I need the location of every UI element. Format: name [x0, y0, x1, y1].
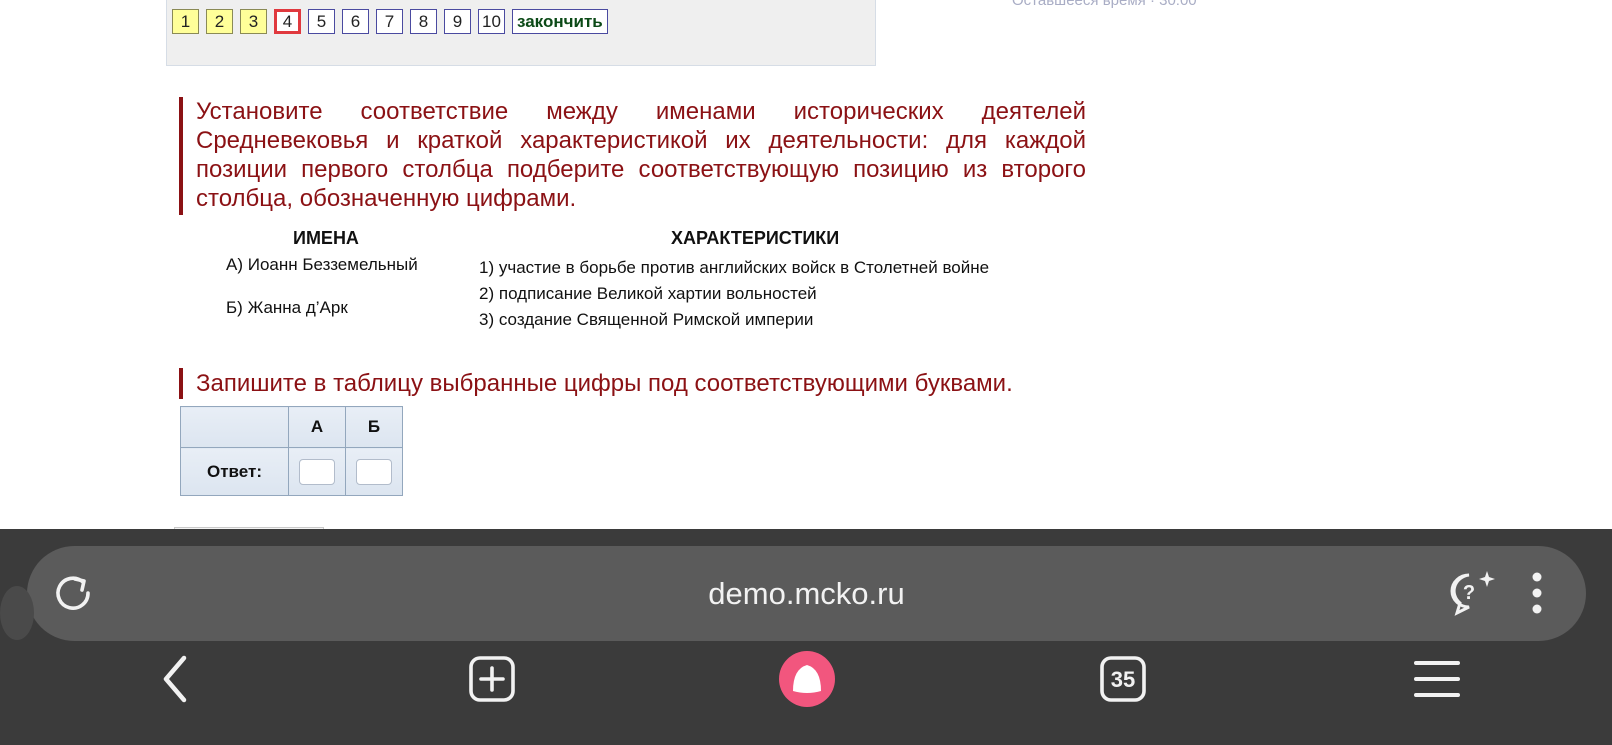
characteristic-text: создание Священной Римской империи — [498, 310, 814, 329]
name-text: Иоанн Безземельный — [247, 255, 418, 274]
names-column-header: ИМЕНА — [293, 228, 359, 248]
question-button-8[interactable]: 8 — [410, 9, 437, 34]
instruction-block: Запишите в таблицу выбранные цифры под с… — [179, 368, 1013, 399]
back-icon[interactable] — [158, 654, 192, 709]
question-button-4[interactable]: 4 — [274, 9, 301, 34]
characteristic-number: 2) — [479, 284, 495, 303]
table-corner-cell — [180, 406, 289, 448]
question-text: Установите соответствие между именами ис… — [196, 98, 1086, 212]
more-options-icon[interactable] — [1531, 571, 1543, 620]
answer-input-b[interactable] — [356, 458, 392, 485]
address-bar[interactable]: demo.mcko.ru ? — [0, 546, 1586, 641]
question-button-9[interactable]: 9 — [444, 9, 471, 34]
question-navigation-panel: 1 2 3 4 5 6 7 8 9 10 закончить — [166, 0, 876, 66]
characteristic-item-3: 3) создание Священной Римской империи — [479, 310, 813, 330]
question-button-2[interactable]: 2 — [206, 9, 233, 34]
tabs-counter-icon[interactable]: 35 — [1099, 655, 1147, 708]
menu-icon[interactable] — [1413, 659, 1461, 704]
column-header-b: Б — [345, 406, 403, 448]
question-button-5[interactable]: 5 — [308, 9, 335, 34]
question-button-7[interactable]: 7 — [376, 9, 403, 34]
characteristics-column-header: ХАРАКТЕРИСТИКИ — [671, 228, 840, 248]
question-number-buttons: 1 2 3 4 5 6 7 8 9 10 закончить — [172, 9, 608, 34]
alice-assistant-icon[interactable] — [779, 651, 835, 712]
answer-table: А Б Ответ: — [180, 406, 403, 496]
name-letter: Б) — [226, 298, 243, 317]
characteristic-number: 1) — [479, 258, 495, 277]
column-header-a: А — [288, 406, 346, 448]
tabs-count: 35 — [1111, 667, 1135, 692]
answer-cell-a — [288, 447, 346, 496]
answer-input-a[interactable] — [299, 458, 335, 485]
ai-help-icon[interactable]: ? — [1447, 569, 1497, 622]
characteristic-number: 3) — [479, 310, 495, 329]
question-button-10[interactable]: 10 — [478, 9, 505, 34]
name-item-a: А) Иоанн Безземельный — [226, 255, 418, 275]
remaining-time: Оставшееся время · 30:00 — [1012, 0, 1197, 9]
answer-cell-b — [345, 447, 403, 496]
characteristic-item-2: 2) подписание Великой хартии вольностей — [479, 284, 817, 304]
svg-text:?: ? — [1463, 582, 1475, 604]
characteristic-text: участие в борьбе против английских войск… — [498, 258, 990, 277]
question-button-3[interactable]: 3 — [240, 9, 267, 34]
question-button-1[interactable]: 1 — [172, 9, 199, 34]
name-letter: А) — [226, 255, 243, 274]
finish-button[interactable]: закончить — [512, 9, 608, 34]
browser-toolbar: demo.mcko.ru ? 35 — [0, 529, 1612, 745]
characteristic-item-1: 1) участие в борьбе против английских во… — [479, 258, 989, 278]
name-text: Жанна д’Арк — [247, 298, 348, 317]
answer-row-label: Ответ: — [180, 447, 289, 496]
name-item-b: Б) Жанна д’Арк — [226, 298, 348, 318]
question-button-6[interactable]: 6 — [342, 9, 369, 34]
new-tab-icon[interactable] — [468, 655, 516, 708]
characteristic-text: подписание Великой хартии вольностей — [498, 284, 817, 303]
url-text[interactable]: demo.mcko.ru — [27, 576, 1586, 612]
question-text-block: Установите соответствие между именами ис… — [179, 97, 1086, 215]
instruction-text: Запишите в таблицу выбранные цифры под с… — [196, 370, 1013, 397]
